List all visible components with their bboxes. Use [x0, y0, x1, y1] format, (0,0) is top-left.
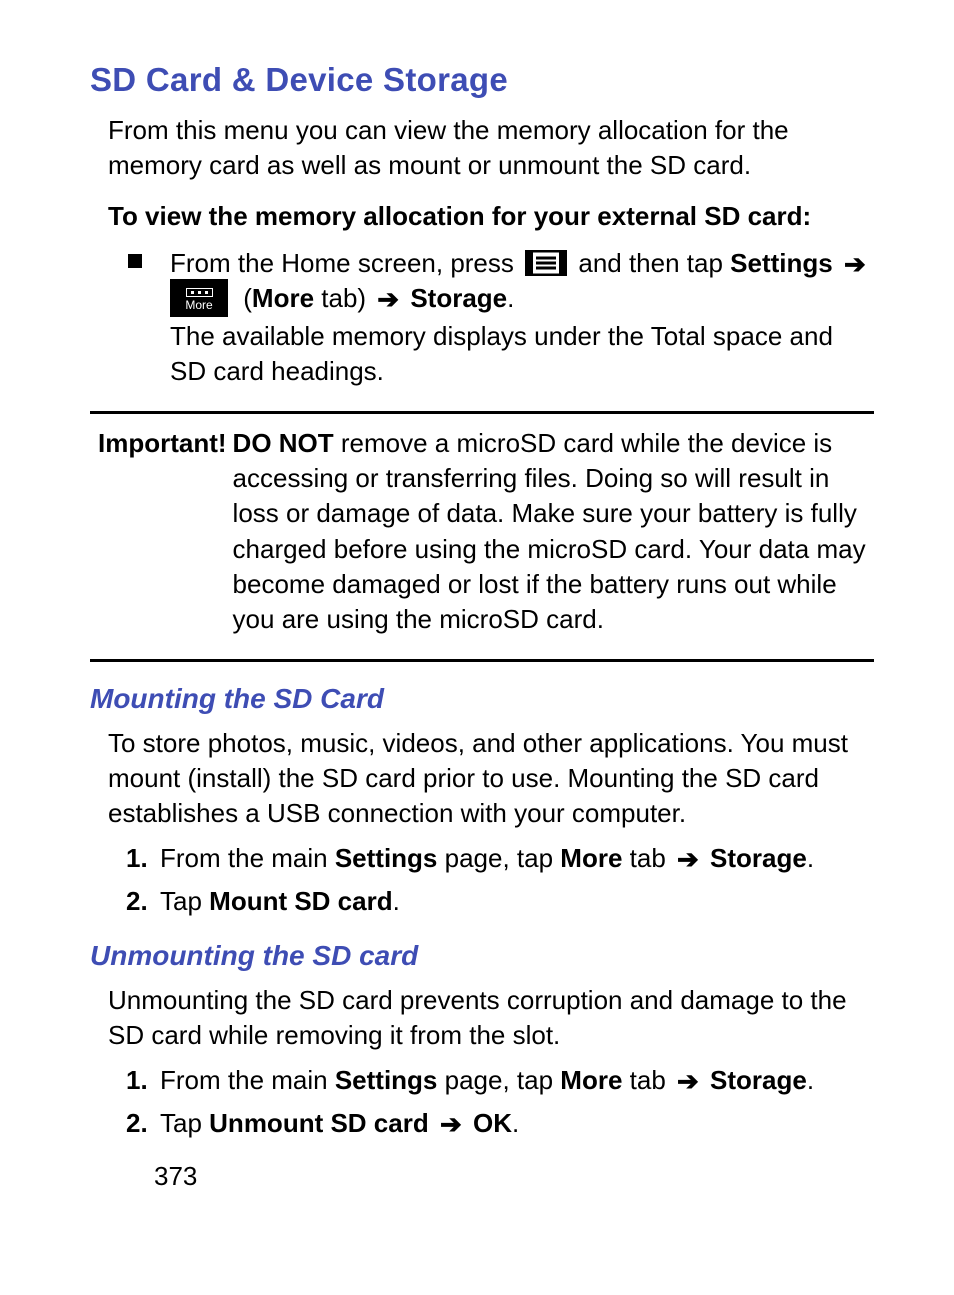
bulleted-step: From the Home screen, press and then tap… [128, 246, 874, 389]
t: . [393, 886, 400, 916]
t: page, tap [437, 843, 560, 873]
step-text: Tap Mount SD card. [160, 884, 874, 919]
more-label: More [560, 843, 622, 873]
important-body: DO NOT remove a microSD card while the d… [233, 426, 874, 637]
storage-label: Storage [710, 1065, 807, 1095]
more-tab-icon: More [170, 279, 228, 317]
arrow-icon: ➔ [677, 1064, 699, 1099]
task-subheading: To view the memory allocation for your e… [108, 199, 874, 234]
list-item: 2. Tap Mount SD card. [126, 884, 874, 919]
t: . [807, 843, 814, 873]
t: page, tap [437, 1065, 560, 1095]
arrow-icon: ➔ [677, 842, 699, 877]
list-item: 1. From the main Settings page, tap More… [126, 1063, 874, 1098]
more-label: More [560, 1065, 622, 1095]
mount-steps: 1. From the main Settings page, tap More… [126, 841, 874, 919]
unmounting-heading: Unmounting the SD card [90, 937, 874, 975]
page-number: 373 [154, 1159, 874, 1194]
step-number: 2. [126, 884, 160, 919]
mounting-heading: Mounting the SD Card [90, 680, 874, 718]
step-text: From the Home screen, press and then tap… [170, 246, 874, 389]
more-tab-open: ( [243, 283, 252, 313]
unmounting-paragraph: Unmounting the SD card prevents corrupti… [108, 983, 874, 1053]
arrow-icon: ➔ [377, 282, 399, 317]
t: From the main [160, 1065, 335, 1095]
unmount-sd-label: Unmount SD card [209, 1108, 429, 1138]
t: tab [622, 843, 673, 873]
more-icon-label: More [185, 299, 212, 311]
storage-label: Storage [710, 843, 807, 873]
t: . [512, 1108, 519, 1138]
step-text: Tap Unmount SD card ➔ OK. [160, 1106, 874, 1141]
mount-sd-label: Mount SD card [209, 886, 392, 916]
t: tab [622, 1065, 673, 1095]
t: From the main [160, 843, 335, 873]
divider [90, 411, 874, 414]
more-tab-close: tab) [314, 283, 373, 313]
important-text: remove a microSD card while the device i… [233, 428, 866, 633]
period: . [507, 283, 514, 313]
step-after-menu: and then tap [578, 248, 730, 278]
menu-key-icon [525, 250, 567, 276]
arrow-icon: ➔ [440, 1107, 462, 1142]
settings-label: Settings [335, 843, 438, 873]
storage-label: Storage [410, 283, 507, 313]
arrow-icon: ➔ [844, 247, 866, 282]
step-text: From the main Settings page, tap More ta… [160, 1063, 874, 1098]
step-number: 1. [126, 1063, 160, 1098]
step-pre: From the Home screen, press [170, 248, 521, 278]
more-word: More [252, 283, 314, 313]
unmount-steps: 1. From the main Settings page, tap More… [126, 1063, 874, 1141]
important-label: Important! [98, 426, 227, 637]
ok-label: OK [473, 1108, 512, 1138]
t: Tap [160, 886, 209, 916]
important-note: Important! DO NOT remove a microSD card … [98, 426, 874, 637]
list-item: 1. From the main Settings page, tap More… [126, 841, 874, 876]
mounting-paragraph: To store photos, music, videos, and othe… [108, 726, 874, 831]
settings-label: Settings [335, 1065, 438, 1095]
divider [90, 659, 874, 662]
intro-paragraph: From this menu you can view the memory a… [108, 113, 874, 183]
step-post: The available memory displays under the … [170, 321, 833, 386]
manual-page: SD Card & Device Storage From this menu … [0, 0, 954, 1295]
settings-label: Settings [730, 248, 833, 278]
list-item: 2. Tap Unmount SD card ➔ OK. [126, 1106, 874, 1141]
t: . [807, 1065, 814, 1095]
square-bullet-icon [128, 254, 142, 268]
t: Tap [160, 1108, 209, 1138]
step-number: 2. [126, 1106, 160, 1141]
t [429, 1108, 436, 1138]
section-heading: SD Card & Device Storage [90, 58, 874, 103]
do-not: DO NOT [233, 428, 334, 458]
step-text: From the main Settings page, tap More ta… [160, 841, 874, 876]
step-number: 1. [126, 841, 160, 876]
